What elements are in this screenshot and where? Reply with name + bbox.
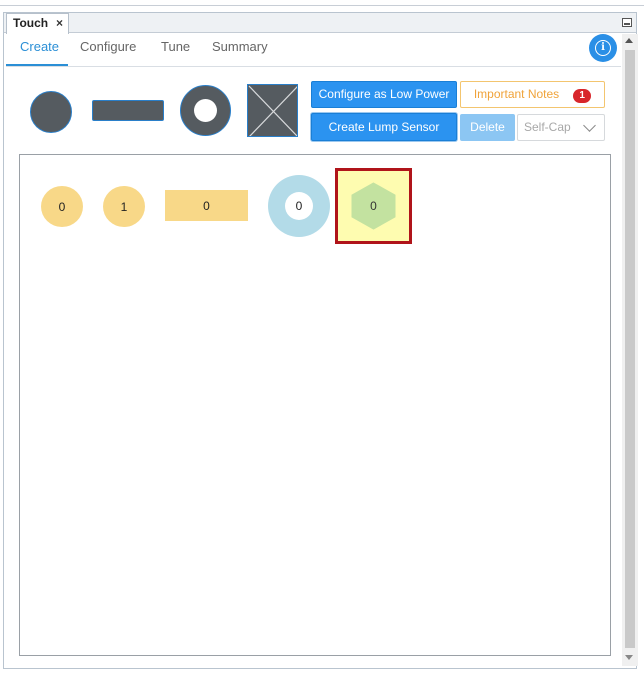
tab-bar: Create Configure Tune Summary <box>6 34 621 67</box>
canvas-button-sensor[interactable]: 0 <box>41 186 83 227</box>
wheel-sensor-icon[interactable] <box>180 85 231 136</box>
scroll-up-arrow-icon[interactable] <box>625 38 633 43</box>
top-divider <box>0 5 644 6</box>
wheel-sensor-value: 0 <box>285 192 313 220</box>
canvas-slider-sensor[interactable]: 0 <box>165 190 248 221</box>
button-sensor-icon[interactable] <box>30 91 72 133</box>
info-icon: i <box>595 40 611 56</box>
surface-sensor-icon[interactable] <box>247 84 298 137</box>
slider-sensor-icon[interactable] <box>92 100 164 121</box>
active-tab-indicator <box>6 64 68 66</box>
panel-titlebar <box>4 13 636 33</box>
create-lump-sensor-button[interactable]: Create Lump Sensor <box>311 113 457 141</box>
scroll-thumb[interactable] <box>625 50 635 648</box>
surface-cross-icon <box>248 85 297 136</box>
canvas-button-sensor[interactable]: 1 <box>103 186 145 227</box>
close-icon[interactable]: × <box>56 14 63 33</box>
important-notes-label: Important Notes <box>473 87 560 101</box>
important-notes-button[interactable]: Important Notes 1 <box>460 81 605 108</box>
lump-sensor-value: 0 <box>370 199 377 213</box>
notes-count-badge: 1 <box>573 89 592 103</box>
scroll-down-arrow-icon[interactable] <box>625 655 633 660</box>
tab-configure[interactable]: Configure <box>80 39 136 54</box>
tab-summary[interactable]: Summary <box>212 39 268 54</box>
info-button[interactable]: i <box>589 34 617 62</box>
doc-tab-label: Touch <box>13 16 49 30</box>
canvas-wheel-sensor[interactable]: 0 <box>268 175 330 237</box>
chevron-down-icon <box>583 119 596 132</box>
tab-tune[interactable]: Tune <box>161 39 190 54</box>
minimize-icon[interactable] <box>622 18 632 27</box>
tab-create[interactable]: Create <box>20 39 59 54</box>
canvas-lump-sensor[interactable]: 0 <box>335 168 412 244</box>
doc-tab-touch[interactable]: Touch × <box>6 13 69 34</box>
sensing-mode-select[interactable]: Self-Cap <box>517 114 605 141</box>
delete-button[interactable]: Delete <box>460 114 515 141</box>
configure-low-power-button[interactable]: Configure as Low Power <box>311 81 457 108</box>
sensing-mode-value: Self-Cap <box>524 120 571 134</box>
vertical-scrollbar[interactable] <box>622 34 638 666</box>
hexagon-icon: 0 <box>347 180 400 235</box>
